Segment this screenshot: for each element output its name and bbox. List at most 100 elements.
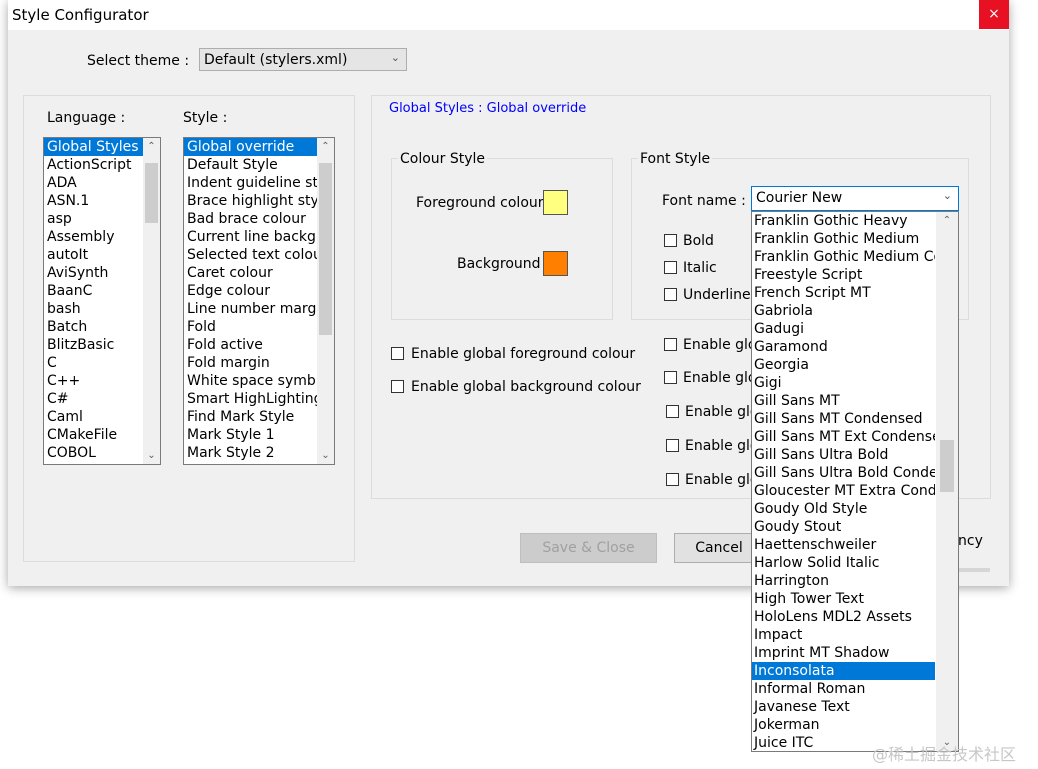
- language-scrollbar[interactable]: ⌃ ⌄: [143, 138, 160, 464]
- font-list-item[interactable]: Haettenschweiler: [752, 536, 935, 554]
- watermark: @稀土掘金技术社区: [872, 745, 1017, 764]
- font-list-item[interactable]: Franklin Gothic Medium Con: [752, 248, 935, 266]
- enable-global-bg-checkbox[interactable]: [391, 380, 404, 393]
- font-list-item[interactable]: Jokerman: [752, 716, 935, 734]
- font-list-item[interactable]: Gloucester MT Extra Conde: [752, 482, 935, 500]
- style-list-item[interactable]: Caret colour: [184, 264, 334, 282]
- enable-global-fg-label: Enable global foreground colour: [411, 346, 636, 362]
- enable-global-option-checkbox[interactable]: [664, 371, 677, 384]
- font-list-item[interactable]: Franklin Gothic Heavy: [752, 212, 935, 230]
- font-list-item[interactable]: Imprint MT Shadow: [752, 644, 935, 662]
- font-list-item[interactable]: Javanese Text: [752, 698, 935, 716]
- style-list-item[interactable]: Indent guideline sty: [184, 174, 334, 192]
- style-list-item[interactable]: Line number margi: [184, 300, 334, 318]
- scroll-up-icon[interactable]: ⌃: [936, 212, 958, 229]
- style-list-item[interactable]: Global override: [184, 138, 334, 156]
- font-list-item[interactable]: Gill Sans Ultra Bold: [752, 446, 935, 464]
- section-title: Global Styles : Global override: [389, 101, 587, 116]
- chevron-down-icon: ⌄: [390, 51, 400, 64]
- font-name-select[interactable]: Courier New ⌄: [751, 186, 959, 211]
- style-list-item[interactable]: Smart HighLighting: [184, 390, 334, 408]
- font-list-item[interactable]: Gabriola: [752, 302, 935, 320]
- style-list-item[interactable]: Mark Style 2: [184, 444, 334, 462]
- scroll-thumb[interactable]: [940, 440, 954, 492]
- close-icon: ×: [988, 6, 1000, 22]
- font-list-item[interactable]: Goudy Old Style: [752, 500, 935, 518]
- style-scrollbar[interactable]: ⌃ ⌄: [317, 138, 334, 464]
- scroll-up-icon[interactable]: ⌃: [317, 138, 334, 155]
- font-list-item[interactable]: Harlow Solid Italic: [752, 554, 935, 572]
- font-list-item[interactable]: Inconsolata: [752, 662, 935, 680]
- underline-checkbox[interactable]: [664, 288, 677, 301]
- font-list-item[interactable]: Georgia: [752, 356, 935, 374]
- enable-global-option-label: Enable glo: [685, 438, 759, 454]
- style-list-item[interactable]: Find Mark Style: [184, 408, 334, 426]
- italic-checkbox[interactable]: [664, 261, 677, 274]
- font-list-item[interactable]: High Tower Text: [752, 590, 935, 608]
- enable-global-option-label: Enable glo: [685, 404, 759, 420]
- style-list-item[interactable]: White space symb: [184, 372, 334, 390]
- enable-global-option-label: Enable glo: [685, 472, 759, 488]
- bold-label: Bold: [683, 233, 714, 249]
- style-list-item[interactable]: Current line backgr: [184, 228, 334, 246]
- font-list-item[interactable]: Goudy Stout: [752, 518, 935, 536]
- colour-style-title: Colour Style: [398, 151, 488, 167]
- style-list[interactable]: Global override Default Style Indent guide…: [183, 137, 335, 465]
- scroll-thumb[interactable]: [145, 163, 158, 223]
- font-list-item[interactable]: Gadugi: [752, 320, 935, 338]
- font-list-item[interactable]: Freestyle Script: [752, 266, 935, 284]
- language-list[interactable]: Global Styles ActionScript ADA ASN.1 asp Asse…: [43, 137, 161, 465]
- window-title: Style Configurator: [12, 6, 149, 24]
- select-theme-label: Select theme :: [87, 53, 190, 69]
- foreground-colour-swatch[interactable]: [543, 190, 568, 215]
- style-list-item[interactable]: Selected text colou: [184, 246, 334, 264]
- font-list-item[interactable]: Garamond: [752, 338, 935, 356]
- font-list-item[interactable]: Gill Sans MT: [752, 392, 935, 410]
- scroll-up-icon[interactable]: ⌃: [143, 138, 160, 155]
- background-colour-swatch[interactable]: [543, 251, 568, 276]
- language-label: Language :: [47, 110, 126, 126]
- style-list-item[interactable]: Brace highlight style: [184, 192, 334, 210]
- transparency-label: ncy: [958, 533, 983, 549]
- font-list-item[interactable]: HoloLens MDL2 Assets: [752, 608, 935, 626]
- close-button[interactable]: ×: [979, 0, 1009, 29]
- enable-global-option-checkbox[interactable]: [666, 405, 679, 418]
- foreground-colour-label: Foreground colour: [416, 195, 544, 211]
- scroll-down-icon[interactable]: ⌄: [143, 447, 160, 464]
- font-list-scrollbar[interactable]: ⌃ ⌄: [936, 212, 958, 751]
- font-list-item[interactable]: Harrington: [752, 572, 935, 590]
- style-list-item[interactable]: Mark Style 1: [184, 426, 334, 444]
- style-list-item[interactable]: Fold margin: [184, 354, 334, 372]
- style-list-item[interactable]: Bad brace colour: [184, 210, 334, 228]
- font-name-value: Courier New: [756, 190, 843, 206]
- style-list-item[interactable]: Fold active: [184, 336, 334, 354]
- scroll-down-icon[interactable]: ⌄: [317, 447, 334, 464]
- style-list-item[interactable]: Default Style: [184, 156, 334, 174]
- theme-select[interactable]: Default (stylers.xml) ⌄: [199, 48, 407, 71]
- style-list-item[interactable]: Edge colour: [184, 282, 334, 300]
- enable-global-option-checkbox[interactable]: [666, 439, 679, 452]
- font-list-item[interactable]: Gigi: [752, 374, 935, 392]
- font-list-item[interactable]: French Script MT: [752, 284, 935, 302]
- font-list-item[interactable]: Franklin Gothic Medium: [752, 230, 935, 248]
- save-close-button[interactable]: Save & Close: [520, 533, 657, 563]
- title-bar: Style Configurator ×: [8, 0, 1009, 30]
- font-style-title: Font Style: [638, 151, 713, 167]
- chevron-down-icon: ⌄: [942, 189, 952, 202]
- font-list-item[interactable]: Gill Sans MT Ext Condensed: [752, 428, 935, 446]
- font-list-item[interactable]: Gill Sans MT Condensed: [752, 410, 935, 428]
- underline-label: Underline: [683, 287, 751, 303]
- enable-global-option-checkbox[interactable]: [664, 338, 677, 351]
- transparency-slider[interactable]: [958, 568, 990, 572]
- scroll-thumb[interactable]: [319, 163, 332, 335]
- italic-label: Italic: [683, 260, 717, 276]
- enable-global-fg-checkbox[interactable]: [391, 347, 404, 360]
- font-name-dropdown-list[interactable]: Franklin Gothic Heavy Franklin Gothic Med…: [751, 211, 959, 752]
- theme-select-value: Default (stylers.xml): [204, 52, 348, 68]
- font-list-item[interactable]: Impact: [752, 626, 935, 644]
- font-list-item[interactable]: Gill Sans Ultra Bold Condens: [752, 464, 935, 482]
- style-list-item[interactable]: Fold: [184, 318, 334, 336]
- bold-checkbox[interactable]: [664, 234, 677, 247]
- font-list-item[interactable]: Informal Roman: [752, 680, 935, 698]
- enable-global-option-checkbox[interactable]: [666, 473, 679, 486]
